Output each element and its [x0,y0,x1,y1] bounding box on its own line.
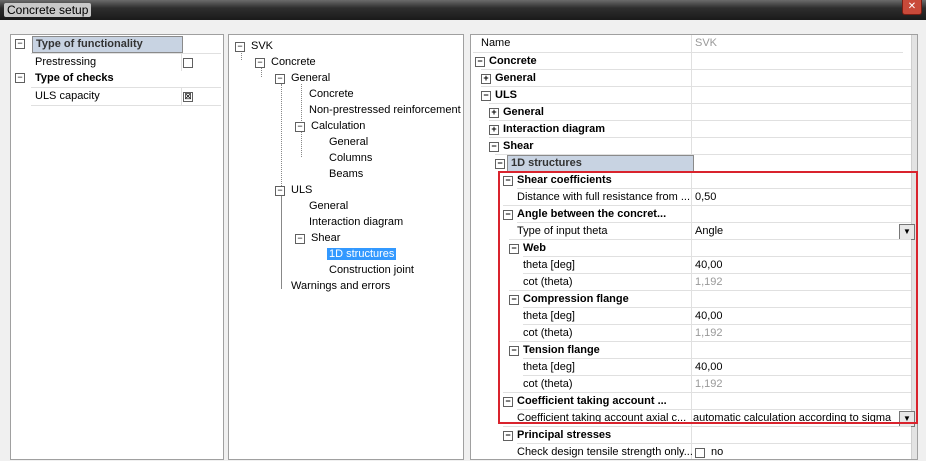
tree-item-construction-joint[interactable]: Construction joint [329,262,414,279]
uls-general-group[interactable]: + General [489,103,911,121]
tree-item-1d-structures[interactable]: 1D structures [327,246,397,263]
tree-item-non-prestressed-reinforcement[interactable]: Non-prestressed reinforcement [309,102,461,119]
tree-item-concrete-material[interactable]: Concrete [309,86,354,103]
check-design-row: Check design tensile strength only... no [517,443,911,461]
uls-group[interactable]: − ULS [481,86,911,104]
1d-structures-group[interactable]: − 1D structures [495,154,911,172]
concrete-group[interactable]: − Concrete [473,52,903,70]
principal-stresses-group[interactable]: − Principal stresses [503,426,911,444]
highlight-frame [498,171,918,424]
general-group[interactable]: + General [481,69,911,87]
shear-group[interactable]: − Shear [489,137,911,155]
uls-capacity-checkbox[interactable]: ⊠ [183,92,193,102]
tree-item-calc-general[interactable]: General [329,134,368,151]
type-of-functionality-header[interactable]: − Type of functionality [13,36,221,53]
interaction-diagram-group[interactable]: + Interaction diagram [489,120,911,138]
setup-tree-panel: − SVK − Concrete − General Concrete Non-… [228,34,464,460]
check-design-checkbox[interactable] [695,448,705,458]
collapse-icon[interactable]: − [15,39,25,49]
window-title: Concrete setup [4,3,92,17]
collapse-icon[interactable]: − [15,73,25,83]
tree-item-columns[interactable]: Columns [329,150,372,167]
type-of-checks-header[interactable]: − Type of checks [13,70,221,87]
uls-capacity-row: ULS capacity ⊠ [31,87,221,106]
tree-item-beams[interactable]: Beams [329,166,363,183]
close-icon[interactable]: ✕ [902,0,922,15]
title-bar: Concrete setup ✕ [0,0,926,20]
tree-item-interaction-diagram[interactable]: Interaction diagram [309,214,403,231]
tree-item-warnings-and-errors[interactable]: Warnings and errors [291,278,390,295]
name-row: Name SVK [481,37,718,49]
prestressing-row: Prestressing [31,53,221,71]
prestressing-checkbox[interactable] [183,58,193,68]
functionality-panel: − Type of functionality Prestressing − T… [10,34,224,460]
tree-item-uls-general[interactable]: General [309,198,348,215]
